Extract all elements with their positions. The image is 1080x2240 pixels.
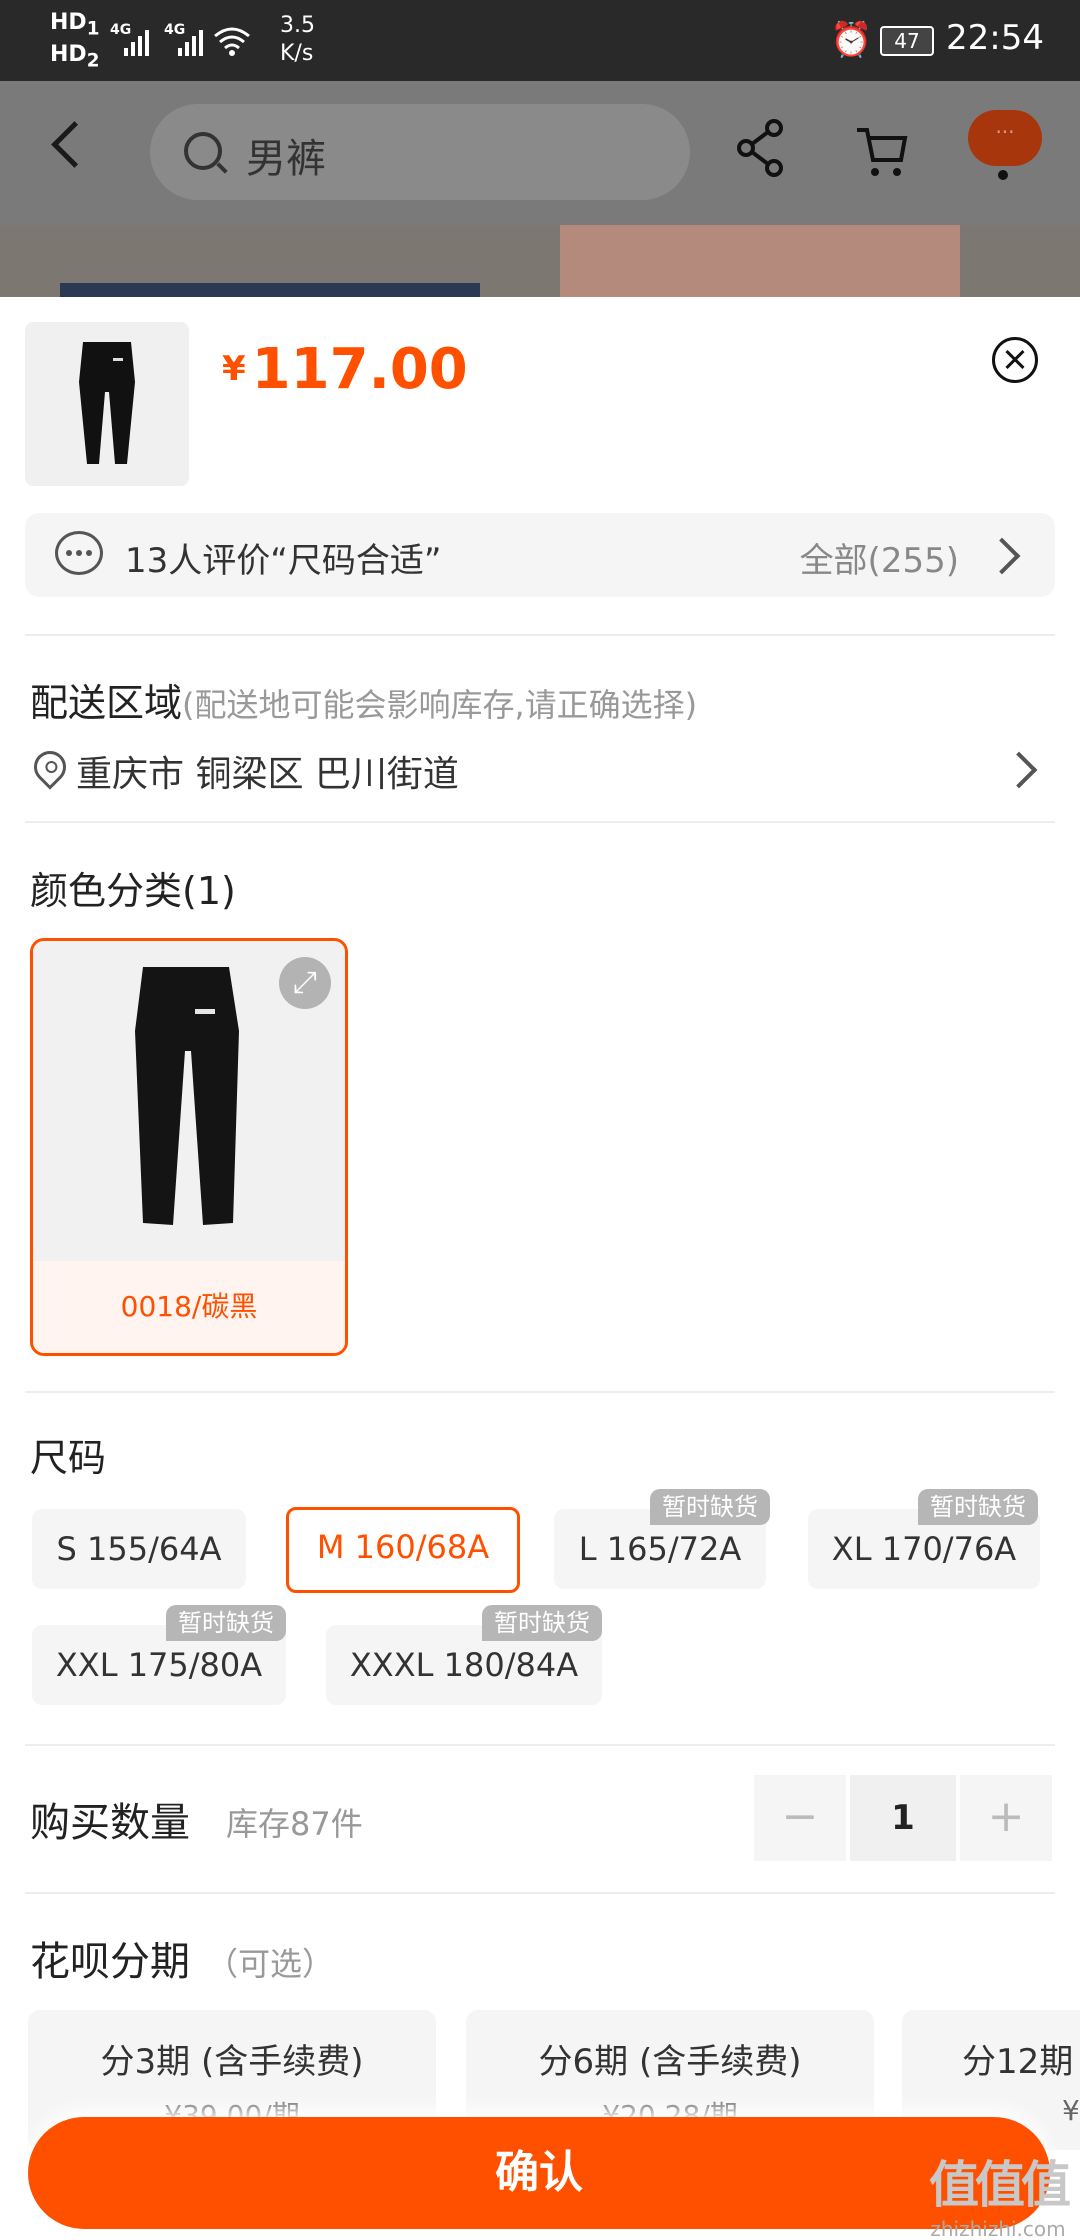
installment-label: 分3期 (含手续费) — [100, 2042, 364, 2082]
divider — [25, 1892, 1055, 1894]
divider — [25, 821, 1055, 823]
product-price: ¥117.00 — [222, 337, 468, 402]
cart-icon[interactable] — [855, 124, 909, 180]
installment-label: 分6期 (含手续费) — [538, 2042, 802, 2082]
quantity-minus-button[interactable]: − — [754, 1775, 846, 1861]
price-value: 117.00 — [251, 337, 468, 402]
hd-indicator: HD1 HD2 — [50, 10, 100, 72]
location-pin-icon — [27, 744, 73, 790]
svg-text:4G: 4G — [164, 22, 185, 38]
stock-count: 库存87件 — [226, 1805, 363, 1843]
review-all-link[interactable]: 全部(255) — [800, 533, 959, 582]
svg-text:4G: 4G — [110, 22, 131, 38]
color-title: 颜色分类(1) — [30, 869, 236, 913]
clock: 22:54 — [946, 18, 1044, 58]
signal-icons: 4G 4G — [110, 22, 260, 63]
huabei-title: 花呗分期 （可选） — [30, 1939, 335, 1985]
product-thumbnail — [25, 322, 189, 486]
notification-dot — [998, 170, 1008, 180]
size-option-m[interactable]: M 160/68A — [286, 1507, 520, 1593]
background-header: 男裤 ··· — [0, 81, 1080, 225]
cell-signal-icon: 4G 4G — [110, 22, 250, 56]
search-icon — [184, 132, 222, 170]
sku-selector-sheet: ¥117.00 13人评价“尺码合适” 全部(255) 配送区域(配送地可能会影… — [0, 297, 1080, 2240]
quantity-title: 购买数量 — [30, 1800, 190, 1846]
delivery-title: 配送区域(配送地可能会影响库存,请正确选择) — [30, 681, 698, 725]
background-product-photo — [0, 225, 1080, 297]
size-title: 尺码 — [30, 1436, 107, 1480]
confirm-button[interactable]: 确认 — [28, 2117, 1050, 2229]
huabei-optional: （可选） — [206, 1945, 335, 1983]
alarm-icon: ⏰ — [830, 20, 873, 60]
battery-icon: 47 — [880, 26, 934, 56]
quantity-plus-button[interactable]: + — [960, 1775, 1052, 1861]
size-option-s[interactable]: S 155/64A — [32, 1509, 246, 1589]
back-arrow-icon[interactable] — [51, 121, 98, 168]
size-review-bar[interactable]: 13人评价“尺码合适” 全部(255) — [25, 513, 1055, 597]
network-speed: 3.5 K/s — [280, 13, 315, 66]
delivery-hint: (配送地可能会影响库存,请正确选择) — [182, 686, 698, 724]
review-summary: 13人评价“尺码合适” — [125, 541, 442, 581]
close-sheet-button[interactable] — [992, 337, 1038, 383]
out-of-stock-badge: 暂时缺货 — [918, 1489, 1038, 1525]
chevron-right-icon[interactable] — [1000, 751, 1038, 789]
out-of-stock-badge: 暂时缺货 — [482, 1605, 602, 1641]
expand-icon[interactable]: ⤢ — [279, 957, 331, 1009]
installment-amount: ¥ — [1062, 2094, 1080, 2127]
more-menu-button[interactable]: ··· — [968, 110, 1042, 166]
out-of-stock-badge: 暂时缺货 — [650, 1489, 770, 1525]
divider — [25, 634, 1055, 636]
chevron-right-icon — [983, 537, 1021, 575]
watermark-logo: 值值值 zhizhizhi.com — [929, 2156, 1071, 2240]
search-bar[interactable]: 男裤 — [150, 104, 690, 200]
divider — [25, 1744, 1055, 1746]
installment-label: 分12期 — [962, 2042, 1074, 2082]
search-keyword: 男裤 — [246, 136, 326, 182]
delivery-address[interactable]: 重庆市 铜梁区 巴川街道 — [76, 745, 459, 797]
share-icon[interactable] — [736, 118, 786, 178]
quantity-value[interactable]: 1 — [850, 1775, 956, 1861]
color-option-label: 0018/碳黑 — [33, 1261, 345, 1353]
out-of-stock-badge: 暂时缺货 — [166, 1605, 286, 1641]
color-option-image: ⤢ — [33, 941, 345, 1261]
currency-symbol: ¥ — [222, 349, 246, 389]
status-bar: HD1 HD2 4G 4G 3.5 K/s ⏰ 47 22:54 — [0, 0, 1080, 81]
chat-bubble-icon — [55, 531, 103, 575]
color-option-0018[interactable]: ⤢ 0018/碳黑 — [30, 938, 348, 1356]
divider — [25, 1391, 1055, 1393]
